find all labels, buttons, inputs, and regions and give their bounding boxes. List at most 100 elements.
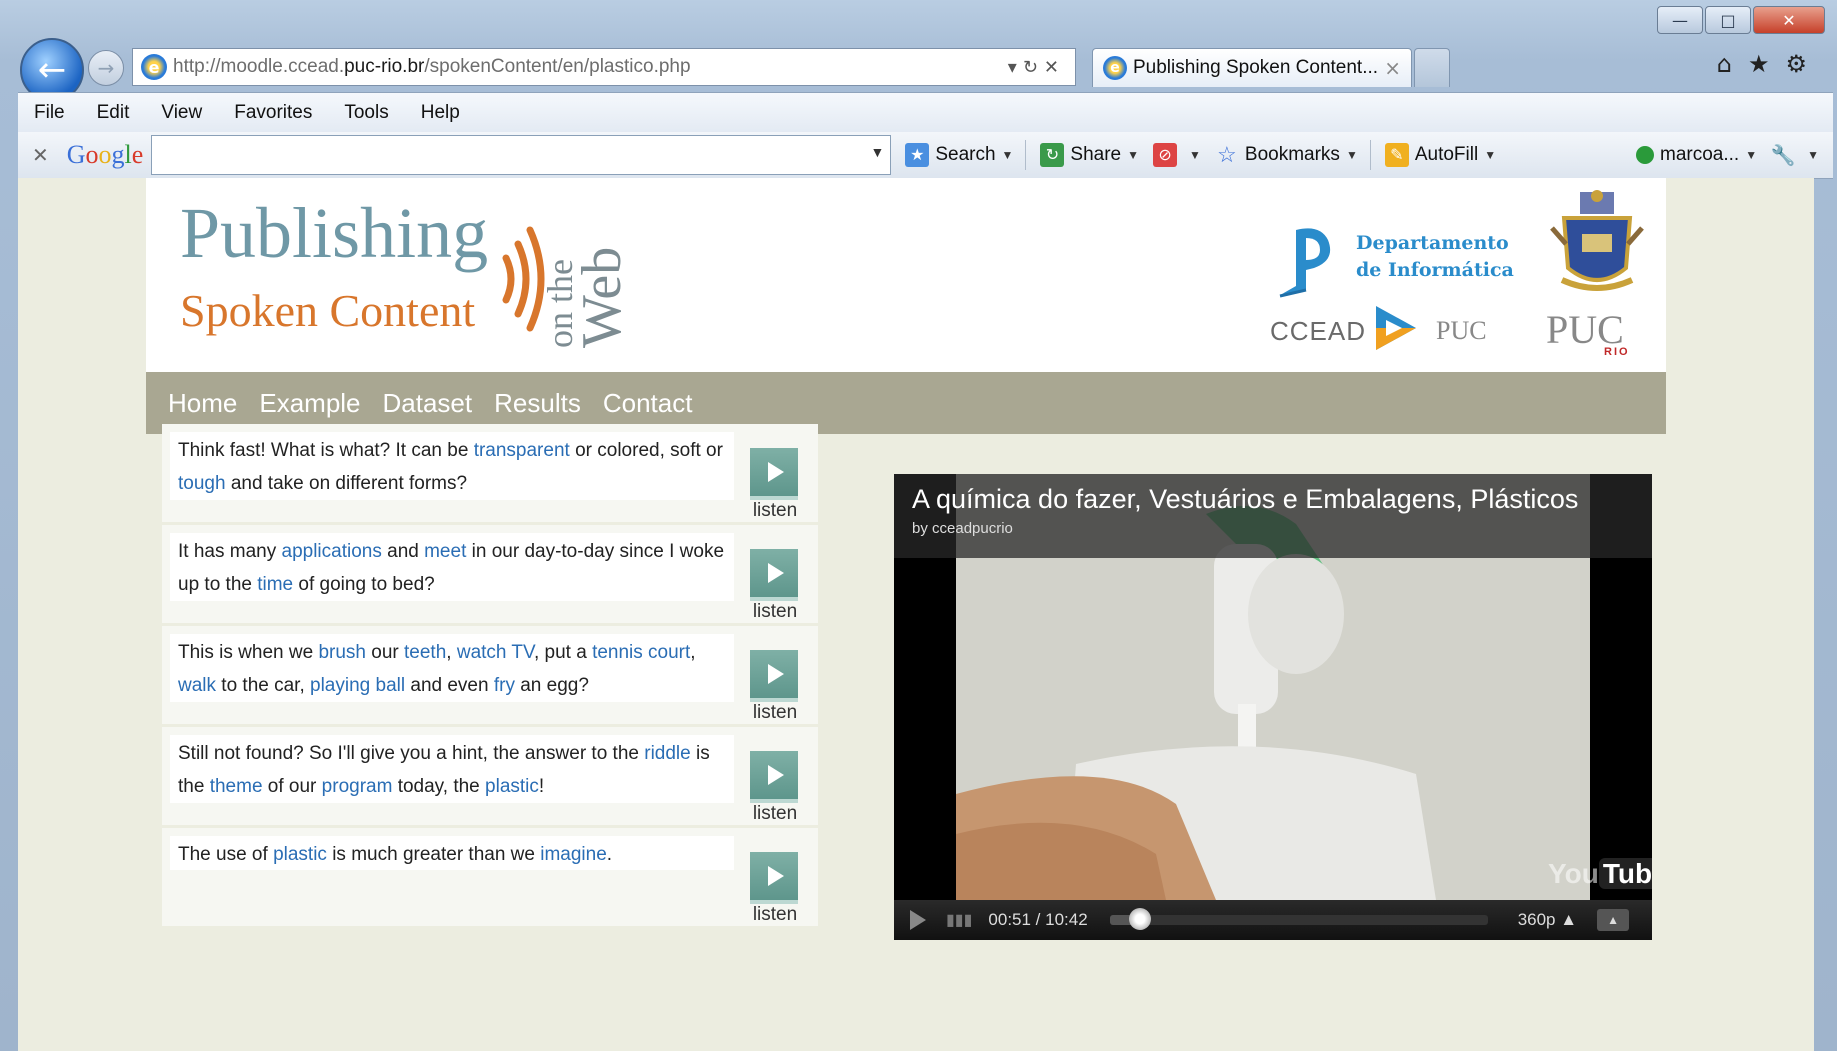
word-link[interactable]: watch TV bbox=[457, 642, 534, 663]
tab-title: Publishing Spoken Content... bbox=[1133, 57, 1379, 78]
browser-tools: ⌂ ★ ⚙ bbox=[1717, 50, 1807, 78]
logo-web: Web bbox=[571, 246, 633, 348]
favorites-star-icon[interactable]: ★ bbox=[1748, 50, 1770, 78]
play-icon[interactable] bbox=[910, 910, 926, 930]
sentence-text: Still not found? So I'll give you a hint… bbox=[170, 735, 734, 803]
nav-results[interactable]: Results bbox=[494, 388, 581, 419]
maximize-button[interactable]: □ bbox=[1705, 6, 1751, 34]
fullscreen-icon[interactable]: ▲ bbox=[1597, 909, 1630, 931]
listen-label[interactable]: listen bbox=[748, 904, 802, 926]
toolbar-close-icon[interactable]: ✕ bbox=[32, 143, 49, 168]
word-link[interactable]: plastic bbox=[485, 776, 539, 797]
address-controls[interactable]: ▾↻✕ bbox=[1008, 57, 1065, 78]
chevron-down-icon[interactable]: ▼ bbox=[870, 144, 884, 160]
tab-close-icon[interactable]: × bbox=[1384, 56, 1401, 80]
word-link[interactable]: walk bbox=[178, 675, 216, 696]
menu-view[interactable]: View bbox=[161, 102, 202, 124]
word-link[interactable]: theme bbox=[210, 776, 263, 797]
google-search-input[interactable]: ▼ bbox=[151, 135, 892, 175]
share-button[interactable]: ↻ Share ▼ bbox=[1040, 143, 1139, 167]
menu-edit[interactable]: Edit bbox=[97, 102, 130, 124]
address-url[interactable]: http://moodle.ccead.puc-rio.br/spokenCon… bbox=[173, 56, 1008, 78]
word-link[interactable]: tough bbox=[178, 473, 226, 494]
popup-blocker-button[interactable]: ⊘ ▼ bbox=[1153, 143, 1201, 167]
nav-dataset[interactable]: Dataset bbox=[383, 388, 473, 419]
word-link[interactable]: teeth bbox=[404, 642, 446, 663]
listen-play-button[interactable] bbox=[750, 448, 798, 500]
word-link[interactable]: riddle bbox=[644, 743, 690, 764]
word-link[interactable]: transparent bbox=[474, 440, 570, 461]
google-search-button[interactable]: ★ Search ▼ bbox=[905, 143, 1013, 167]
video-author[interactable]: by cceadpucrio bbox=[912, 520, 1013, 537]
autofill-button[interactable]: ✎ AutoFill ▼ bbox=[1384, 143, 1496, 167]
listen-play-button[interactable] bbox=[750, 650, 798, 702]
volume-icon[interactable]: ▮▮▮ bbox=[946, 910, 972, 930]
word-link[interactable]: meet bbox=[424, 541, 466, 562]
home-icon[interactable]: ⌂ bbox=[1717, 50, 1732, 78]
window-controls: — □ ✕ bbox=[1657, 6, 1825, 34]
dept-line2: de Informática bbox=[1356, 259, 1514, 281]
bookmarks-button[interactable]: ☆ Bookmarks ▼ bbox=[1215, 142, 1358, 167]
sentence-fragment: , put a bbox=[533, 642, 593, 663]
word-link[interactable]: brush bbox=[318, 642, 366, 663]
sentence-fragment: an egg? bbox=[514, 675, 589, 696]
word-link[interactable]: program bbox=[322, 776, 393, 797]
listen-label[interactable]: listen bbox=[748, 500, 802, 522]
word-link[interactable]: fry bbox=[494, 675, 515, 696]
window-close-button[interactable]: ✕ bbox=[1753, 6, 1825, 34]
listen-play-button[interactable] bbox=[750, 751, 798, 803]
quality-selector[interactable]: 360p ▲ bbox=[1518, 910, 1577, 930]
word-link[interactable]: playing ball bbox=[310, 675, 405, 696]
video-player[interactable]: A química do fazer, Vestuários e Embalag… bbox=[894, 474, 1652, 940]
word-link[interactable]: plastic bbox=[273, 844, 327, 865]
sentence-block: Think fast! What is what? It can be tran… bbox=[162, 424, 818, 522]
menu-tools[interactable]: Tools bbox=[344, 102, 388, 124]
word-link[interactable]: tennis court bbox=[592, 642, 690, 663]
menu-favorites[interactable]: Favorites bbox=[234, 102, 312, 124]
nav-example[interactable]: Example bbox=[259, 388, 360, 419]
menu-bar: File Edit View Favorites Tools Help bbox=[18, 92, 1833, 133]
sentence-fragment: , bbox=[690, 642, 696, 663]
youtube-logo-you: You bbox=[1548, 858, 1599, 889]
navigation-bar: ← → e http://moodle.ccead.puc-rio.br/spo… bbox=[18, 38, 1833, 102]
menu-file[interactable]: File bbox=[34, 102, 65, 124]
youtube-logo[interactable]: YouTube bbox=[1548, 858, 1652, 890]
minimize-button[interactable]: — bbox=[1657, 6, 1703, 34]
departamento-informatica-logo-icon bbox=[1279, 228, 1331, 298]
video-title[interactable]: A química do fazer, Vestuários e Embalag… bbox=[912, 484, 1578, 515]
nav-contact[interactable]: Contact bbox=[603, 388, 693, 419]
play-icon bbox=[768, 664, 784, 684]
menu-help[interactable]: Help bbox=[421, 102, 460, 124]
listen-label[interactable]: listen bbox=[748, 702, 802, 724]
sentence-fragment: our bbox=[365, 642, 405, 663]
video-progress-bar[interactable] bbox=[1109, 908, 1488, 930]
page-viewport: Publishing Spoken Content on the Web Dep… bbox=[18, 178, 1814, 1051]
online-status-icon bbox=[1636, 146, 1655, 164]
address-bar[interactable]: e http://moodle.ccead.puc-rio.br/spokenC… bbox=[132, 48, 1076, 86]
video-controls: ▮▮▮ 00:51 / 10:42 360p ▲ ▲ bbox=[894, 900, 1652, 940]
user-account-button[interactable]: marcoa... ▼ bbox=[1636, 144, 1757, 166]
video-scrubber-handle[interactable] bbox=[1129, 908, 1152, 930]
new-tab-button[interactable] bbox=[1414, 48, 1450, 87]
listen-play-button[interactable] bbox=[750, 549, 798, 601]
autofill-label: AutoFill bbox=[1414, 144, 1479, 165]
sentence-fragment: to the car, bbox=[216, 675, 311, 696]
gear-icon[interactable]: ⚙ bbox=[1785, 50, 1807, 78]
logo-on-the-web: on the Web bbox=[540, 246, 633, 348]
wrench-button[interactable]: 🔧 ▼ bbox=[1771, 143, 1819, 167]
popup-blocker-icon: ⊘ bbox=[1153, 143, 1178, 167]
ie-tab-icon: e bbox=[1103, 56, 1127, 80]
listen-label[interactable]: listen bbox=[748, 803, 802, 825]
listen-play-button[interactable] bbox=[750, 852, 798, 904]
browser-tab-active[interactable]: e Publishing Spoken Content... × bbox=[1092, 48, 1412, 87]
listen-label[interactable]: listen bbox=[748, 601, 802, 623]
browser-window: — □ ✕ ← → e http://moodle.ccead.puc-rio.… bbox=[0, 0, 1837, 1051]
sentence-fragment: and bbox=[381, 541, 425, 562]
word-link[interactable]: time bbox=[257, 574, 293, 595]
nav-home[interactable]: Home bbox=[168, 388, 237, 419]
forward-arrow-icon[interactable]: → bbox=[88, 50, 124, 86]
word-link[interactable]: imagine bbox=[540, 844, 607, 865]
google-logo: Google bbox=[66, 140, 144, 169]
word-link[interactable]: applications bbox=[282, 541, 382, 562]
sentence-fragment: of going to bed? bbox=[293, 574, 435, 595]
